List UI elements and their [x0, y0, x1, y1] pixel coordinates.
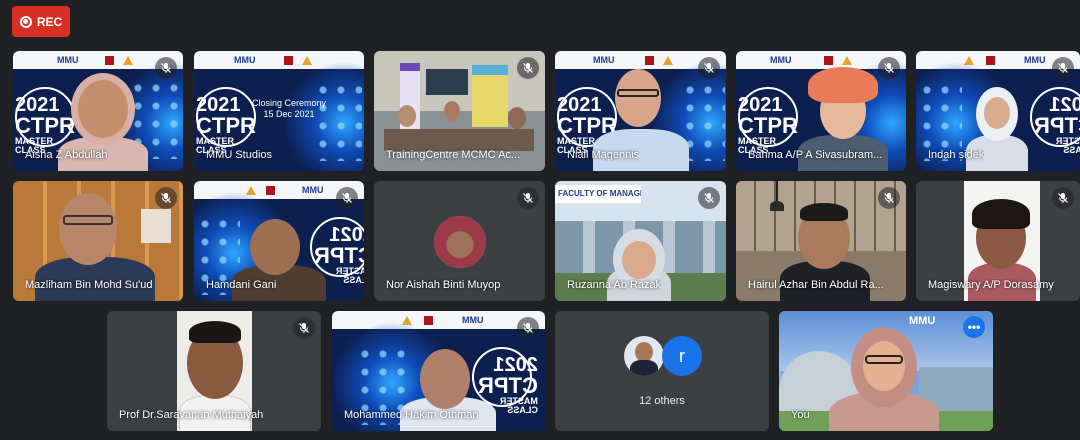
mic-off-icon: [878, 57, 900, 79]
mic-off-icon: [293, 317, 315, 339]
participant-video: [71, 73, 135, 145]
participant-tile[interactable]: TrainingCentre MCMC Ac...: [374, 51, 545, 171]
self-tile[interactable]: MMU ••• You: [779, 311, 993, 431]
participant-name: Indah sidek: [928, 149, 985, 161]
participant-name: You: [791, 409, 810, 421]
participant-tile[interactable]: MMU 2021 CTPR MASTER CLASS Bahma A/P A S…: [736, 51, 906, 171]
wall-screen: [426, 69, 468, 95]
participant-tile[interactable]: MMU 2021 CTPR MASTER CLASS Hamdani Gani: [194, 181, 364, 301]
participant-name: Mazliham Bin Mohd Su'ud: [25, 279, 153, 291]
mmu-logo: MMU: [593, 55, 615, 65]
participant-name: Bahma A/P A Sivasubram...: [748, 149, 883, 161]
mmu-logo: MMU: [1024, 55, 1046, 65]
hair: [189, 321, 241, 343]
participant-name: MMU Studios: [206, 149, 273, 161]
participant-name: Prof Dr.Saravanan Muthaiyah: [119, 409, 264, 421]
others-tile[interactable]: r 12 others: [555, 311, 769, 431]
participant-tile[interactable]: Mazliham Bin Mohd Su'ud: [13, 181, 183, 301]
mmu-logo: MMU: [57, 55, 79, 65]
avatar: [434, 216, 486, 268]
participant-tile[interactable]: Prof Dr.Saravanan Muthaiyah: [107, 311, 321, 431]
mic-off-icon: [155, 187, 177, 209]
mic-off-icon: [1052, 57, 1074, 79]
others-count: 12 others: [639, 395, 685, 407]
participant-name: Hamdani Gani: [206, 279, 277, 291]
participant-video: [250, 219, 300, 275]
banner: [472, 65, 508, 127]
avatar-photo: [635, 342, 653, 362]
mmu-logo: MMU: [302, 185, 324, 195]
record-icon: [19, 15, 32, 28]
participant-name: Niall Magennis: [567, 149, 640, 161]
mic-off-icon: [517, 57, 539, 79]
circuit-graphic: [314, 81, 362, 161]
participant-tile[interactable]: MMU 2021 CTPR MASTER CLASS Mohammed Haki…: [332, 311, 545, 431]
participant-tile[interactable]: MMU 2021 CTPR MASTER CLASS Aisha Z Abdul…: [13, 51, 183, 171]
participant-video: [622, 241, 656, 279]
participant-video: [398, 105, 416, 127]
mic-off-icon: [1052, 187, 1074, 209]
avatar-photo: [630, 360, 658, 376]
mic-off-icon: [155, 57, 177, 79]
more-options-icon[interactable]: •••: [963, 316, 985, 338]
wall-picture: [141, 209, 171, 243]
recording-label: REC: [36, 14, 63, 29]
pendant-lamp: [776, 181, 778, 203]
participant-name: TrainingCentre MCMC Ac...: [386, 149, 521, 161]
participant-video: [863, 341, 905, 391]
glasses: [865, 355, 903, 364]
avatar-photo: [434, 216, 486, 268]
participant-video: [59, 193, 117, 265]
participant-tile[interactable]: MMU 2021 CTPR MASTER CLASS Niall Magenni…: [555, 51, 726, 171]
ctpr-wordmark: 2021 CTPR MASTER CLASS: [1034, 94, 1080, 155]
closing-ceremony-text: Closing Ceremony 15 Dec 2021: [252, 98, 327, 119]
glasses: [63, 215, 113, 225]
pendant-lamp: [770, 201, 784, 211]
participant-video: [508, 107, 526, 129]
mmu-logo: MMU: [770, 55, 792, 65]
avatar: [624, 336, 664, 376]
participant-tile[interactable]: Hairul Azhar Bin Abdul Ra...: [736, 181, 906, 301]
avatar: r: [662, 336, 702, 376]
participant-tile[interactable]: MMU 2021 CTPR MASTER CLASS Indah sidek: [916, 51, 1080, 171]
participant-name: Mohammed Hakim Othman: [344, 409, 479, 421]
participant-tile[interactable]: MMU 2021 CTPR MASTER CLASS Closing Cerem…: [194, 51, 364, 171]
mic-off-icon: [878, 187, 900, 209]
recording-indicator[interactable]: REC: [12, 6, 70, 37]
participant-video: [420, 349, 470, 409]
faculty-banner: FACULTY OF MANAGEMENT: [555, 185, 641, 203]
beret: [808, 67, 878, 103]
participant-name: Nor Aishah Binti Muyop: [386, 279, 501, 291]
mic-off-icon: [698, 187, 720, 209]
participant-tile[interactable]: FACULTY OF MANAGEMENT Ruzanna Ab Razak: [555, 181, 726, 301]
participant-video: [444, 101, 460, 121]
ctpr-wordmark: 2021 CTPR MASTER CLASS: [196, 94, 256, 155]
hair: [972, 199, 1030, 229]
mic-off-icon: [336, 187, 358, 209]
glasses: [617, 89, 659, 97]
hair: [800, 203, 848, 221]
participant-name: Magiswary A/P Dorasamy: [928, 279, 1054, 291]
participant-tile[interactable]: Nor Aishah Binti Muyop: [374, 181, 545, 301]
conference-table: [384, 129, 534, 151]
mic-off-icon: [517, 187, 539, 209]
participant-tile[interactable]: Magiswary A/P Dorasamy: [916, 181, 1080, 301]
participant-name: Aisha Z Abdullah: [25, 149, 108, 161]
participant-video: [615, 69, 661, 127]
ctpr-wordmark: 2021 CTPR MASTER CLASS: [738, 94, 798, 155]
mmu-logo: MMU: [909, 315, 936, 327]
mic-off-icon: [698, 57, 720, 79]
mic-off-icon: [517, 317, 539, 339]
mmu-logo: MMU: [462, 315, 484, 325]
participant-name: Hairul Azhar Bin Abdul Ra...: [748, 279, 884, 291]
participant-name: Ruzanna Ab Razak: [567, 279, 662, 291]
mmu-logo: MMU: [234, 55, 256, 65]
participant-video: [984, 97, 1010, 129]
